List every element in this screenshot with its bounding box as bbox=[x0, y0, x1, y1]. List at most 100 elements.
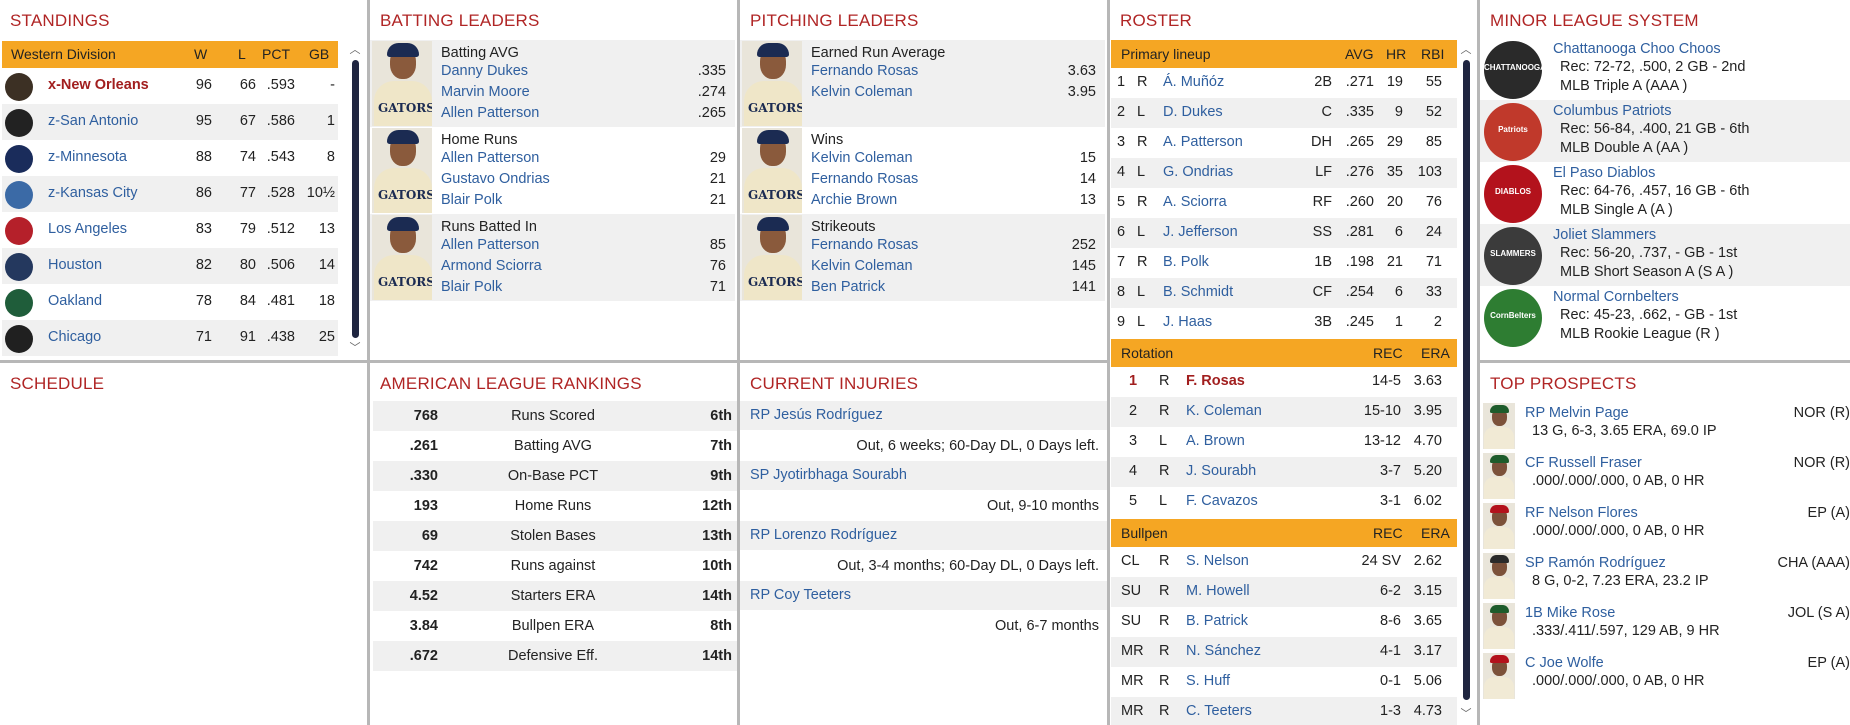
minor-team-row[interactable]: CornBelters Normal Cornbelters Rec: 45-23,… bbox=[1480, 286, 1850, 348]
injured-player-name[interactable]: RP Lorenzo Rodríguez bbox=[750, 527, 897, 543]
lineup-player-name[interactable]: J. Jefferson bbox=[1163, 224, 1238, 240]
prospect-name[interactable]: C Joe Wolfe bbox=[1525, 655, 1604, 671]
lineup-row[interactable]: 7 R B. Polk 1B .198 21 71 bbox=[1111, 248, 1457, 278]
minor-team-row[interactable]: SLAMMERS Joliet Slammers Rec: 56-20, .737,… bbox=[1480, 224, 1850, 286]
minor-team-name[interactable]: Columbus Patriots bbox=[1553, 103, 1671, 119]
leader-line[interactable]: Fernando Rosas 252 bbox=[811, 237, 1096, 257]
rotation-player-name[interactable]: F. Cavazos bbox=[1186, 493, 1258, 509]
leader-name[interactable]: Kelvin Coleman bbox=[811, 150, 913, 166]
leader-line[interactable]: Gustavo Ondrias 21 bbox=[441, 171, 726, 191]
minor-team-name[interactable]: Joliet Slammers bbox=[1553, 227, 1656, 243]
lineup-player-name[interactable]: D. Dukes bbox=[1163, 104, 1223, 120]
leader-line[interactable]: Armond Sciorra 76 bbox=[441, 258, 726, 278]
bullpen-player-name[interactable]: B. Patrick bbox=[1186, 613, 1248, 629]
injury-row[interactable]: RP Jesús Rodríguez Out, 6 weeks; 60-Day D… bbox=[740, 401, 1107, 461]
rotation-player-name[interactable]: J. Sourabh bbox=[1186, 463, 1256, 479]
leader-line[interactable]: Danny Dukes .335 bbox=[441, 63, 726, 83]
scroll-up-icon[interactable]: ︿ bbox=[349, 44, 361, 56]
lineup-row[interactable]: 1 R Á. Muñóz 2B .271 19 55 bbox=[1111, 68, 1457, 98]
bullpen-row[interactable]: MR R S. Huff 0-1 5.06 bbox=[1111, 667, 1457, 697]
rotation-player-name[interactable]: F. Rosas bbox=[1186, 373, 1245, 389]
leader-line[interactable]: Ben Patrick 141 bbox=[811, 279, 1096, 299]
injured-player-name[interactable]: RP Jesús Rodríguez bbox=[750, 407, 883, 423]
rotation-player-name[interactable]: A. Brown bbox=[1186, 433, 1245, 449]
lineup-row[interactable]: 2 L D. Dukes C .335 9 52 bbox=[1111, 98, 1457, 128]
leader-name[interactable]: Kelvin Coleman bbox=[811, 84, 913, 100]
rotation-row[interactable]: 2 R K. Coleman 15-10 3.95 bbox=[1111, 397, 1457, 427]
leader-line[interactable]: Archie Brown 13 bbox=[811, 192, 1096, 212]
injury-row[interactable]: RP Coy Teeters Out, 6-7 months bbox=[740, 581, 1107, 641]
rotation-row[interactable]: 4 R J. Sourabh 3-7 5.20 bbox=[1111, 457, 1457, 487]
leader-line[interactable]: Allen Patterson 29 bbox=[441, 150, 726, 170]
team-name[interactable]: z-Minnesota bbox=[48, 149, 127, 165]
bullpen-player-name[interactable]: S. Huff bbox=[1186, 673, 1230, 689]
team-name[interactable]: z-San Antonio bbox=[48, 113, 138, 129]
leader-name[interactable]: Archie Brown bbox=[811, 192, 897, 208]
lineup-row[interactable]: 6 L J. Jefferson SS .281 6 24 bbox=[1111, 218, 1457, 248]
lineup-player-name[interactable]: G. Ondrias bbox=[1163, 164, 1233, 180]
prospect-row[interactable]: RF Nelson Flores EP (A) .000/.000/.000, 0 … bbox=[1480, 501, 1850, 551]
bullpen-row[interactable]: MR R N. Sánchez 4-1 3.17 bbox=[1111, 637, 1457, 667]
lineup-row[interactable]: 4 L G. Ondrias LF .276 35 103 bbox=[1111, 158, 1457, 188]
leader-line[interactable]: Allen Patterson 85 bbox=[441, 237, 726, 257]
leader-name[interactable]: Blair Polk bbox=[441, 192, 502, 208]
prospect-name[interactable]: SP Ramón Rodríguez bbox=[1525, 555, 1666, 571]
lineup-player-name[interactable]: A. Sciorra bbox=[1163, 194, 1227, 210]
team-name[interactable]: Los Angeles bbox=[48, 221, 127, 237]
standings-row[interactable]: Chicago 71 91 .438 25 bbox=[2, 320, 338, 356]
prospect-row[interactable]: CF Russell Fraser NOR (R) .000/.000/.000, … bbox=[1480, 451, 1850, 501]
leader-line[interactable]: Kelvin Coleman 15 bbox=[811, 150, 1096, 170]
standings-scrollbar[interactable]: ︿ ﹀ bbox=[349, 44, 361, 354]
leader-line[interactable]: Fernando Rosas 3.63 bbox=[811, 63, 1096, 83]
injured-player-name[interactable]: SP Jyotirbhaga Sourabh bbox=[750, 467, 907, 483]
prospect-name[interactable]: RP Melvin Page bbox=[1525, 405, 1629, 421]
standings-row[interactable]: z-San Antonio 95 67 .586 1 bbox=[2, 104, 338, 140]
team-name[interactable]: x-New Orleans bbox=[48, 77, 149, 93]
leader-name[interactable]: Marvin Moore bbox=[441, 84, 530, 100]
prospect-row[interactable]: RP Melvin Page NOR (R) 13 G, 6-3, 3.65 ERA… bbox=[1480, 401, 1850, 451]
leader-line[interactable]: Marvin Moore .274 bbox=[441, 84, 726, 104]
prospect-row[interactable]: SP Ramón Rodríguez CHA (AAA) 8 G, 0-2, 7.2… bbox=[1480, 551, 1850, 601]
bullpen-row[interactable]: SU R M. Howell 6-2 3.15 bbox=[1111, 577, 1457, 607]
leader-line[interactable]: Allen Patterson .265 bbox=[441, 105, 726, 125]
lineup-player-name[interactable]: A. Patterson bbox=[1163, 134, 1243, 150]
prospect-row[interactable]: C Joe Wolfe EP (A) .000/.000/.000, 0 AB, 0… bbox=[1480, 651, 1850, 701]
leader-name[interactable]: Blair Polk bbox=[441, 279, 502, 295]
leader-name[interactable]: Kelvin Coleman bbox=[811, 258, 913, 274]
scroll-thumb[interactable] bbox=[1463, 60, 1470, 700]
minor-team-name[interactable]: Chattanooga Choo Choos bbox=[1553, 41, 1721, 57]
rotation-row[interactable]: 3 L A. Brown 13-12 4.70 bbox=[1111, 427, 1457, 457]
leader-name[interactable]: Allen Patterson bbox=[441, 150, 539, 166]
bullpen-row[interactable]: SU R B. Patrick 8-6 3.65 bbox=[1111, 607, 1457, 637]
leader-line[interactable]: Blair Polk 21 bbox=[441, 192, 726, 212]
standings-row[interactable]: Oakland 78 84 .481 18 bbox=[2, 284, 338, 320]
leader-line[interactable]: Blair Polk 71 bbox=[441, 279, 726, 299]
lineup-player-name[interactable]: J. Haas bbox=[1163, 314, 1212, 330]
bullpen-player-name[interactable]: M. Howell bbox=[1186, 583, 1250, 599]
leader-name[interactable]: Allen Patterson bbox=[441, 237, 539, 253]
scroll-up-icon[interactable]: ︿ bbox=[1460, 44, 1472, 56]
lineup-player-name[interactable]: B. Polk bbox=[1163, 254, 1209, 270]
minor-team-row[interactable]: Patriots Columbus Patriots Rec: 56-84, .40… bbox=[1480, 100, 1850, 162]
bullpen-row[interactable]: CL R S. Nelson 24 SV 2.62 bbox=[1111, 547, 1457, 577]
minor-team-row[interactable]: DIABLOS El Paso Diablos Rec: 64-76, .457, … bbox=[1480, 162, 1850, 224]
standings-row[interactable]: Los Angeles 83 79 .512 13 bbox=[2, 212, 338, 248]
minor-team-name[interactable]: El Paso Diablos bbox=[1553, 165, 1655, 181]
lineup-row[interactable]: 8 L B. Schmidt CF .254 6 33 bbox=[1111, 278, 1457, 308]
lineup-player-name[interactable]: Á. Muñóz bbox=[1163, 74, 1224, 90]
prospect-name[interactable]: CF Russell Fraser bbox=[1525, 455, 1642, 471]
leader-name[interactable]: Danny Dukes bbox=[441, 63, 528, 79]
injury-row[interactable]: SP Jyotirbhaga Sourabh Out, 9-10 months bbox=[740, 461, 1107, 521]
scroll-thumb[interactable] bbox=[352, 60, 359, 338]
leader-name[interactable]: Armond Sciorra bbox=[441, 258, 542, 274]
team-name[interactable]: z-Kansas City bbox=[48, 185, 137, 201]
scroll-down-icon[interactable]: ﹀ bbox=[1460, 708, 1472, 720]
standings-row[interactable]: x-New Orleans 96 66 .593 - bbox=[2, 68, 338, 104]
leader-line[interactable]: Kelvin Coleman 3.95 bbox=[811, 84, 1096, 104]
rotation-player-name[interactable]: K. Coleman bbox=[1186, 403, 1262, 419]
standings-row[interactable]: Houston 82 80 .506 14 bbox=[2, 248, 338, 284]
prospect-row[interactable]: 1B Mike Rose JOL (S A) .333/.411/.597, 129… bbox=[1480, 601, 1850, 651]
leader-name[interactable]: Fernando Rosas bbox=[811, 237, 918, 253]
minor-team-name[interactable]: Normal Cornbelters bbox=[1553, 289, 1679, 305]
leader-name[interactable]: Allen Patterson bbox=[441, 105, 539, 121]
